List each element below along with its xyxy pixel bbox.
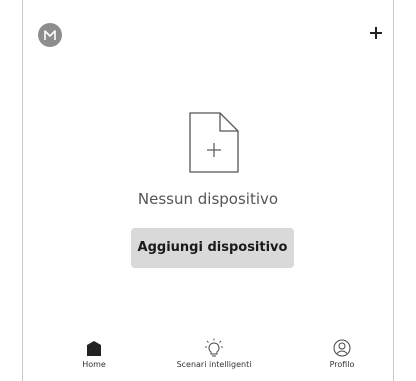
nav-item-profile[interactable]: Profilo <box>322 338 362 378</box>
profile-icon <box>333 339 351 357</box>
add-device-cta-button[interactable]: Aggiungi dispositivo <box>131 228 294 268</box>
nav-item-smart-scenes[interactable]: Scenari intelligenti <box>171 338 257 378</box>
empty-state-message: Nessun dispositivo <box>137 190 279 208</box>
nav-label-home: Home <box>82 360 106 369</box>
avatar-logo-icon <box>44 30 56 40</box>
nav-label-profile: Profilo <box>329 360 355 369</box>
lightbulb-icon <box>205 338 223 357</box>
nav-item-home[interactable]: Home <box>74 338 114 378</box>
empty-device-file-icon <box>186 110 242 176</box>
add-device-button[interactable] <box>367 24 385 42</box>
user-avatar[interactable] <box>38 23 62 47</box>
plus-icon <box>367 24 385 42</box>
home-icon <box>87 341 101 356</box>
nav-label-smart-scenes: Scenari intelligenti <box>176 360 252 369</box>
